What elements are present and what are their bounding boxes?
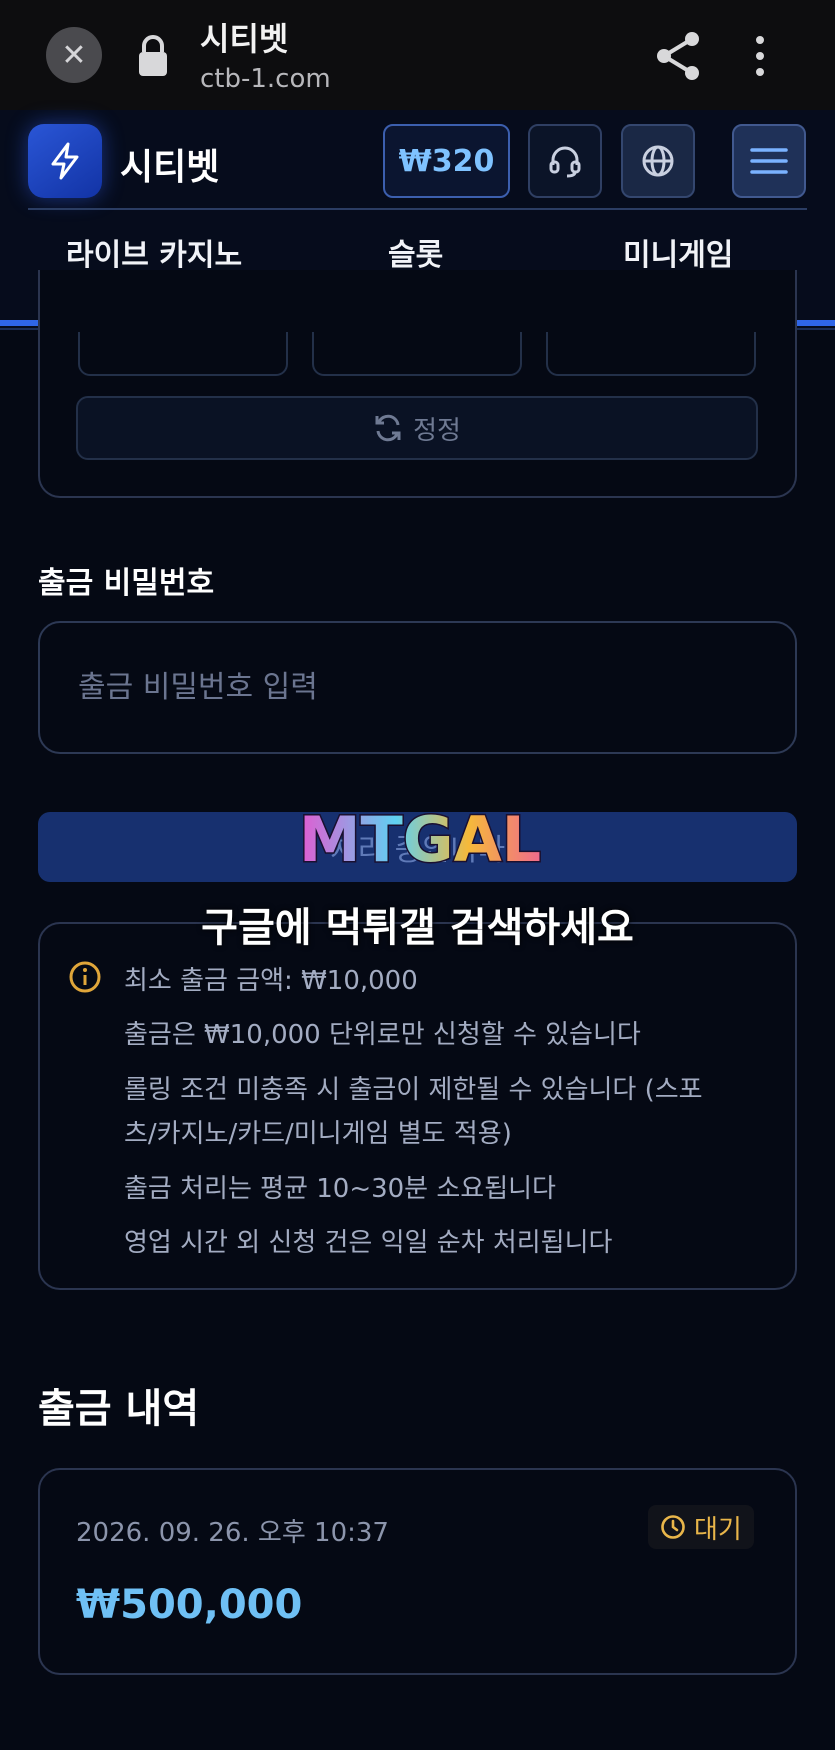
amount-chip[interactable] xyxy=(78,332,288,376)
info-line: 최소 출금 금액: ₩10,000 xyxy=(124,966,418,996)
browser-url[interactable]: ctb-1.com xyxy=(200,64,331,94)
mtgal-watermark-logo: MTGAL xyxy=(297,803,542,878)
amount-chip[interactable] xyxy=(546,332,756,376)
info-line: 츠/카지노/카드/미니게임 별도 적용) xyxy=(124,1119,512,1149)
history-entry-amount: ₩500,000 xyxy=(76,1582,303,1628)
withdraw-history-title: 출금 내역 xyxy=(38,1386,200,1432)
nav-item-slots[interactable]: 슬롯 xyxy=(388,230,443,274)
watermark-text: 구글에 먹튀갤 검색하세요 xyxy=(201,905,634,951)
watermark-logo-text: MTGAL xyxy=(299,803,541,876)
lock-icon[interactable] xyxy=(136,34,170,78)
info-line: 롤링 조건 미충족 시 출금이 제한될 수 있습니다 (스포 xyxy=(124,1075,703,1105)
history-entry[interactable] xyxy=(38,1468,797,1675)
status-label: 대기 xyxy=(694,1514,742,1545)
withdraw-password-label: 출금 비밀번호 xyxy=(38,566,215,601)
info-line: 출금 처리는 평균 10~30분 소요됩니다 xyxy=(124,1174,556,1204)
site-logo[interactable] xyxy=(28,124,102,198)
amount-card xyxy=(38,270,797,498)
nav-item-minigame[interactable]: 미니게임 xyxy=(623,230,733,274)
share-icon[interactable] xyxy=(654,30,702,82)
lightning-icon xyxy=(51,142,79,180)
amount-chip[interactable] xyxy=(312,332,522,376)
nav-item-live-casino[interactable]: 라이브 카지노 xyxy=(66,230,242,274)
reset-button-label: 정정 xyxy=(413,415,461,446)
info-line: 영업 시간 외 신청 건은 익일 순차 처리됩니다 xyxy=(124,1228,613,1258)
info-icon xyxy=(69,961,101,993)
headset-icon xyxy=(549,146,581,178)
balance-button[interactable]: ₩320 xyxy=(383,124,510,198)
reset-button[interactable]: 정정 xyxy=(76,396,758,460)
language-button[interactable] xyxy=(621,124,695,198)
refresh-icon xyxy=(375,414,401,442)
support-button[interactable] xyxy=(528,124,602,198)
more-options-icon[interactable] xyxy=(746,34,774,78)
globe-icon xyxy=(642,145,674,177)
site-name: 시티벳 xyxy=(120,147,220,188)
close-tab-icon[interactable]: ✕ xyxy=(46,27,102,83)
info-line: 출금은 ₩10,000 단위로만 신청할 수 있습니다 xyxy=(124,1020,641,1050)
clock-icon xyxy=(661,1515,685,1539)
history-entry-date: 2026. 09. 26. 오후 10:37 xyxy=(76,1518,389,1548)
browser-toolbar: ✕ 시티벳 ctb-1.com xyxy=(0,0,835,110)
hamburger-menu-icon xyxy=(750,148,788,174)
withdraw-password-input[interactable] xyxy=(38,621,797,754)
menu-button[interactable] xyxy=(732,124,806,198)
browser-page-title: 시티벳 xyxy=(200,20,289,58)
status-badge: 대기 xyxy=(648,1505,754,1549)
